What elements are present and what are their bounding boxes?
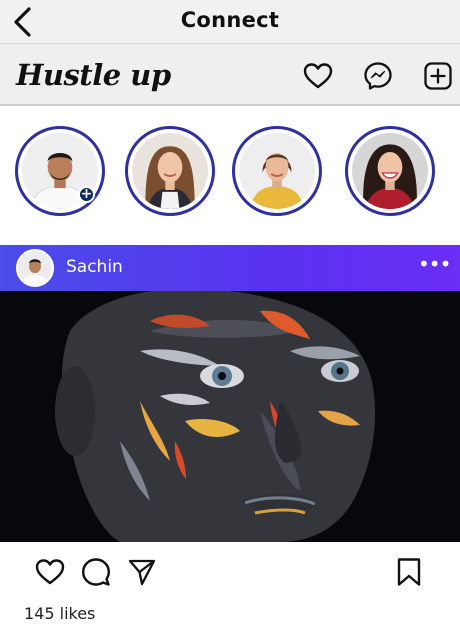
share-button[interactable] <box>126 556 158 588</box>
post-image[interactable] <box>0 291 460 542</box>
send-icon <box>128 559 156 586</box>
person-photo <box>239 133 315 209</box>
like-button[interactable] <box>34 556 66 588</box>
person-photo <box>132 133 208 209</box>
avatar <box>352 133 428 209</box>
post-actions <box>0 542 460 602</box>
add-post-button[interactable] <box>423 61 453 91</box>
top-bar: Connect <box>0 0 460 44</box>
painted-face-photo <box>0 291 460 542</box>
comment-button[interactable] <box>80 556 112 588</box>
messenger-button[interactable] <box>363 61 393 91</box>
comment-icon <box>82 558 110 586</box>
add-story-badge[interactable]: + <box>78 186 95 203</box>
avatar <box>132 133 208 209</box>
bookmark-icon <box>397 558 421 586</box>
avatar <box>239 133 315 209</box>
story-item[interactable] <box>232 126 322 216</box>
person-photo <box>18 251 52 285</box>
story-item[interactable] <box>345 126 435 216</box>
post-username[interactable]: Sachin <box>66 257 123 277</box>
bookmark-button[interactable] <box>393 556 425 588</box>
story-your-story[interactable]: + <box>15 126 105 216</box>
heart-icon <box>303 63 333 89</box>
add-square-icon <box>424 62 452 90</box>
person-photo <box>352 133 428 209</box>
post-header: Sachin ••• <box>0 245 460 291</box>
more-options-button[interactable]: ••• <box>418 254 451 277</box>
heart-icon <box>35 559 65 585</box>
page-title: Connect <box>180 8 280 32</box>
post-author-avatar[interactable] <box>16 249 54 287</box>
notifications-button[interactable] <box>303 61 333 91</box>
messenger-icon <box>364 62 392 90</box>
likes-count: 145 likes <box>24 604 96 623</box>
story-item[interactable] <box>125 126 215 216</box>
app-logo: Hustle up <box>16 58 171 92</box>
stories-bar: + <box>0 106 460 244</box>
app-bar: Hustle up <box>0 44 460 106</box>
